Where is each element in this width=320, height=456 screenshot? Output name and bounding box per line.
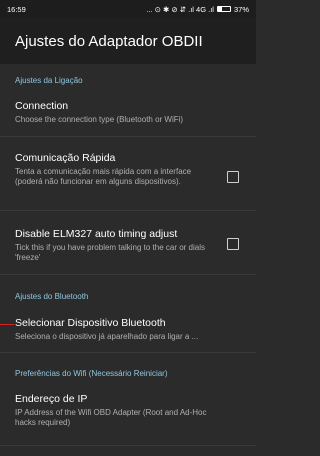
section-header-bluetooth: Ajustes do Bluetooth (15, 292, 89, 301)
divider (0, 445, 256, 446)
divider (0, 136, 256, 137)
elm327-timing-checkbox[interactable] (227, 238, 239, 250)
battery-icon (216, 6, 231, 12)
divider (0, 210, 256, 211)
pref-elm-title: Disable ELM327 auto timing adjust (15, 228, 178, 240)
section-header-connection: Ajustes da Ligação (15, 76, 83, 85)
pref-connection-summary: Choose the connection type (Bluetooth or… (15, 115, 184, 124)
status-icons-text: ... ⊙ ✱ ⊘ ⇵ .ıl 4G .ıl (146, 4, 214, 14)
divider (0, 274, 256, 275)
pref-bt-summary: Seleciona o dispositivo já aparelhado pa… (15, 332, 199, 341)
status-icons: ... ⊙ ✱ ⊘ ⇵ .ıl 4G .ıl 37% (146, 5, 249, 14)
fast-communication-checkbox[interactable] (227, 171, 239, 183)
pref-fast-communication[interactable]: Comunicação Rápida Tenta a comunicação m… (0, 152, 256, 186)
preferences-list: Ajustes da Ligação Connection Choose the… (0, 64, 256, 456)
pref-ip-address[interactable]: Endereço de IP IP Address of the Wifi OB… (0, 393, 256, 427)
divider (0, 352, 256, 353)
pref-fast-summary: Tenta a comunicação mais rápida com a in… (15, 167, 192, 186)
pref-bt-title: Selecionar Dispositivo Bluetooth (15, 317, 166, 329)
status-bar: 16:59 ... ⊙ ✱ ⊘ ⇵ .ıl 4G .ıl 37% (0, 0, 256, 18)
pref-elm327-timing[interactable]: Disable ELM327 auto timing adjust Tick t… (0, 228, 256, 262)
battery-level: 37% (233, 4, 249, 14)
pref-ip-summary: IP Address of the Wifi OBD Adapter (Root… (15, 408, 207, 427)
pref-ip-title: Endereço de IP (15, 393, 88, 405)
pref-fast-title: Comunicação Rápida (15, 152, 116, 164)
pref-bluetooth-device[interactable]: Selecionar Dispositivo Bluetooth Selecio… (0, 317, 256, 342)
page-title: Ajustes do Adaptador OBDII (15, 32, 203, 50)
pref-elm-summary: Tick this if you have problem talking to… (15, 243, 206, 262)
pref-connection[interactable]: Connection Choose the connection type (B… (0, 100, 256, 125)
app-bar: Ajustes do Adaptador OBDII (0, 18, 256, 64)
section-header-wifi: Preferências do Wifi (Necessário Reinici… (15, 369, 168, 378)
pref-connection-title: Connection (15, 100, 69, 112)
status-time: 16:59 (7, 4, 26, 14)
